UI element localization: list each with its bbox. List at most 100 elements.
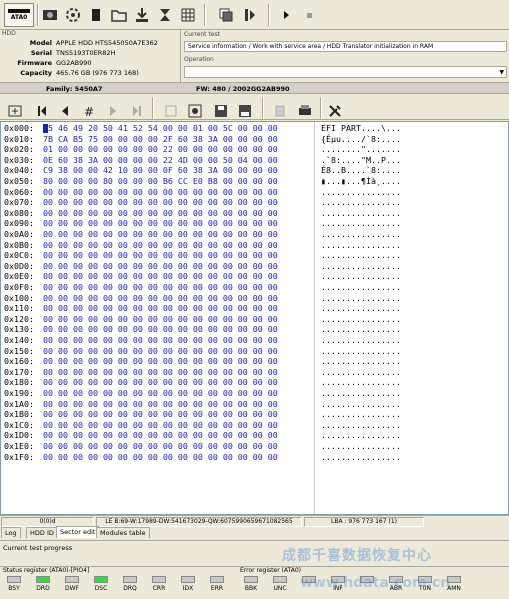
hex-bytes[interactable]: 00 00 00 00 00 00 00 00 00 00 00 00 00 0…: [43, 250, 278, 261]
ata-commands-icon[interactable]: [133, 3, 151, 27]
ascii-text[interactable]: ................: [321, 324, 401, 335]
hex-row[interactable]: 0x030: 0E 60 38 3A 00 00 00 00 22 4D 00 0…: [1, 155, 506, 166]
ascii-text[interactable]: ................: [321, 441, 401, 452]
hex-editor[interactable]: 0x000: 45 46 49 20 50 41 52 54 00 00 01 0…: [0, 121, 509, 515]
hex-row[interactable]: 0x070: 00 00 00 00 00 00 00 00 00 00 00 0…: [1, 197, 506, 208]
hex-bytes[interactable]: 00 00 00 00 00 00 00 00 00 00 00 00 00 0…: [43, 420, 278, 431]
ata-port-button[interactable]: ATA0: [4, 3, 34, 27]
ascii-text[interactable]: ................: [321, 367, 401, 378]
goto-sector-icon[interactable]: #: [80, 99, 98, 123]
ascii-text[interactable]: ................: [321, 208, 401, 219]
recalibrate-icon[interactable]: [64, 3, 82, 27]
copy-icon[interactable]: [217, 3, 235, 27]
hex-bytes[interactable]: 00 00 00 00 00 00 00 00 00 00 00 00 00 0…: [43, 303, 278, 314]
ascii-text[interactable]: ................: [321, 261, 401, 272]
hex-row[interactable]: 0x060: 00 00 00 00 00 00 00 00 00 00 00 0…: [1, 187, 506, 198]
hex-bytes[interactable]: 00 00 00 00 00 00 00 00 00 00 00 00 00 0…: [43, 197, 278, 208]
folder-open-icon[interactable]: [110, 3, 128, 27]
hex-row[interactable]: 0x1B0: 00 00 00 00 00 00 00 00 00 00 00 0…: [1, 409, 506, 420]
ascii-text[interactable]: ................: [321, 187, 401, 198]
flash-run-icon[interactable]: [241, 3, 259, 27]
prev-sector-icon[interactable]: [56, 99, 74, 123]
hex-bytes[interactable]: 00 00 00 00 00 00 00 00 00 00 00 00 00 0…: [43, 314, 278, 325]
tools-icon[interactable]: [326, 99, 344, 123]
load-file-icon[interactable]: [236, 99, 254, 123]
stop-icon[interactable]: [300, 3, 318, 27]
ascii-text[interactable]: ................: [321, 420, 401, 431]
operation-select[interactable]: ▼: [184, 66, 507, 78]
hex-bytes[interactable]: 45 46 49 20 50 41 52 54 00 00 01 00 5C 0…: [43, 123, 278, 134]
hex-bytes[interactable]: 80 00 00 00 80 00 00 00 B6 CC E0 B8 00 0…: [43, 176, 278, 187]
ascii-text[interactable]: ................: [321, 388, 401, 399]
hex-row[interactable]: 0x0F0: 00 00 00 00 00 00 00 00 00 00 00 0…: [1, 282, 506, 293]
hex-bytes[interactable]: 00 00 00 00 00 00 00 00 00 00 00 00 00 0…: [43, 377, 278, 388]
ascii-text[interactable]: ................: [321, 346, 401, 357]
ascii-text[interactable]: {Êµu..../`8:....: [321, 134, 401, 145]
play-icon[interactable]: [277, 3, 295, 27]
hex-row[interactable]: 0x1A0: 00 00 00 00 00 00 00 00 00 00 00 0…: [1, 399, 506, 410]
ascii-text[interactable]: ................: [321, 409, 401, 420]
hex-bytes[interactable]: 00 00 00 00 00 00 00 00 00 00 00 00 00 0…: [43, 367, 278, 378]
ascii-text[interactable]: ................: [321, 197, 401, 208]
ascii-text[interactable]: .`8:...."M..P...: [321, 155, 401, 166]
hex-row[interactable]: 0x0A0: 00 00 00 00 00 00 00 00 00 00 00 0…: [1, 229, 506, 240]
hex-bytes[interactable]: 01 00 00 00 00 00 00 00 22 00 00 00 00 0…: [43, 144, 278, 155]
ascii-text[interactable]: ................: [321, 399, 401, 410]
tab-log[interactable]: Log: [1, 527, 21, 538]
ascii-text[interactable]: ................: [321, 229, 401, 240]
hex-row[interactable]: 0x1F0: 00 00 00 00 00 00 00 00 00 00 00 0…: [1, 452, 506, 463]
hex-row[interactable]: 0x000: 45 46 49 20 50 41 52 54 00 00 01 0…: [1, 123, 506, 134]
hex-row[interactable]: 0x0B0: 00 00 00 00 00 00 00 00 00 00 00 0…: [1, 240, 506, 251]
hex-row[interactable]: 0x100: 00 00 00 00 00 00 00 00 00 00 00 0…: [1, 293, 506, 304]
ascii-text[interactable]: ................: [321, 430, 401, 441]
tab-hdd-id[interactable]: HDD ID: [26, 527, 58, 538]
hex-row[interactable]: 0x0D0: 00 00 00 00 00 00 00 00 00 00 00 0…: [1, 261, 506, 272]
hex-bytes[interactable]: 00 00 00 00 00 00 00 00 00 00 00 00 00 0…: [43, 324, 278, 335]
hex-row[interactable]: 0x0C0: 00 00 00 00 00 00 00 00 00 00 00 0…: [1, 250, 506, 261]
hex-row[interactable]: 0x040: C9 38 00 00 42 10 00 00 0F 60 38 3…: [1, 165, 506, 176]
print-icon[interactable]: [296, 99, 314, 123]
ascii-text[interactable]: ................: [321, 250, 401, 261]
hex-bytes[interactable]: 00 00 00 00 00 00 00 00 00 00 00 00 00 0…: [43, 452, 278, 463]
hex-row[interactable]: 0x1C0: 00 00 00 00 00 00 00 00 00 00 00 0…: [1, 420, 506, 431]
first-sector-icon[interactable]: [33, 99, 51, 123]
hex-bytes[interactable]: 00 00 00 00 00 00 00 00 00 00 00 00 00 0…: [43, 271, 278, 282]
ascii-text[interactable]: ................: [321, 303, 401, 314]
hex-row[interactable]: 0x010: 7B CA B5 75 00 00 00 00 2F 60 38 3…: [1, 134, 506, 145]
hex-row[interactable]: 0x110: 00 00 00 00 00 00 00 00 00 00 00 0…: [1, 303, 506, 314]
ascii-text[interactable]: ................: [321, 314, 401, 325]
hex-bytes[interactable]: 7B CA B5 75 00 00 00 00 2F 60 38 3A 00 0…: [43, 134, 278, 145]
hex-bytes[interactable]: 00 00 00 00 00 00 00 00 00 00 00 00 00 0…: [43, 356, 278, 367]
hex-row[interactable]: 0x180: 00 00 00 00 00 00 00 00 00 00 00 0…: [1, 377, 506, 388]
ascii-text[interactable]: ................: [321, 293, 401, 304]
hex-row[interactable]: 0x190: 00 00 00 00 00 00 00 00 00 00 00 0…: [1, 388, 506, 399]
save-file-icon[interactable]: [212, 99, 230, 123]
copy-sector-icon[interactable]: [272, 99, 290, 123]
hex-bytes[interactable]: 00 00 00 00 00 00 00 00 00 00 00 00 00 0…: [43, 409, 278, 420]
hex-bytes[interactable]: 0E 60 38 3A 00 00 00 00 22 4D 00 00 50 0…: [43, 155, 278, 166]
hex-bytes[interactable]: 00 00 00 00 00 00 00 00 00 00 00 00 00 0…: [43, 229, 278, 240]
erase-icon[interactable]: [156, 3, 174, 27]
hex-row[interactable]: 0x020: 01 00 00 00 00 00 00 00 22 00 00 0…: [1, 144, 506, 155]
hex-row[interactable]: 0x130: 00 00 00 00 00 00 00 00 00 00 00 0…: [1, 324, 506, 335]
ascii-text[interactable]: ................: [321, 240, 401, 251]
hex-row[interactable]: 0x0E0: 00 00 00 00 00 00 00 00 00 00 00 0…: [1, 271, 506, 282]
hex-row[interactable]: 0x140: 00 00 00 00 00 00 00 00 00 00 00 0…: [1, 335, 506, 346]
ascii-text[interactable]: ................: [321, 218, 401, 229]
hex-bytes[interactable]: 00 00 00 00 00 00 00 00 00 00 00 00 00 0…: [43, 346, 278, 357]
hex-row[interactable]: 0x090: 00 00 00 00 00 00 00 00 00 00 00 0…: [1, 218, 506, 229]
hex-bytes[interactable]: 00 00 00 00 00 00 00 00 00 00 00 00 00 0…: [43, 240, 278, 251]
hex-row[interactable]: 0x150: 00 00 00 00 00 00 00 00 00 00 00 0…: [1, 346, 506, 357]
ascii-text[interactable]: ................: [321, 282, 401, 293]
tab-modules-table[interactable]: Modules table: [96, 527, 150, 538]
ascii-text[interactable]: EFI PART....\...: [321, 123, 401, 134]
ascii-text[interactable]: ................: [321, 377, 401, 388]
hex-bytes[interactable]: 00 00 00 00 00 00 00 00 00 00 00 00 00 0…: [43, 208, 278, 219]
hex-row[interactable]: 0x1E0: 00 00 00 00 00 00 00 00 00 00 00 0…: [1, 441, 506, 452]
ascii-text[interactable]: ................: [321, 356, 401, 367]
ascii-text[interactable]: ▮...▮...¶Ìà¸....: [321, 176, 401, 187]
ascii-text[interactable]: ................: [321, 335, 401, 346]
hex-row[interactable]: 0x080: 00 00 00 00 00 00 00 00 00 00 00 0…: [1, 208, 506, 219]
hex-row[interactable]: 0x1D0: 00 00 00 00 00 00 00 00 00 00 00 0…: [1, 430, 506, 441]
grid-icon[interactable]: [179, 3, 197, 27]
